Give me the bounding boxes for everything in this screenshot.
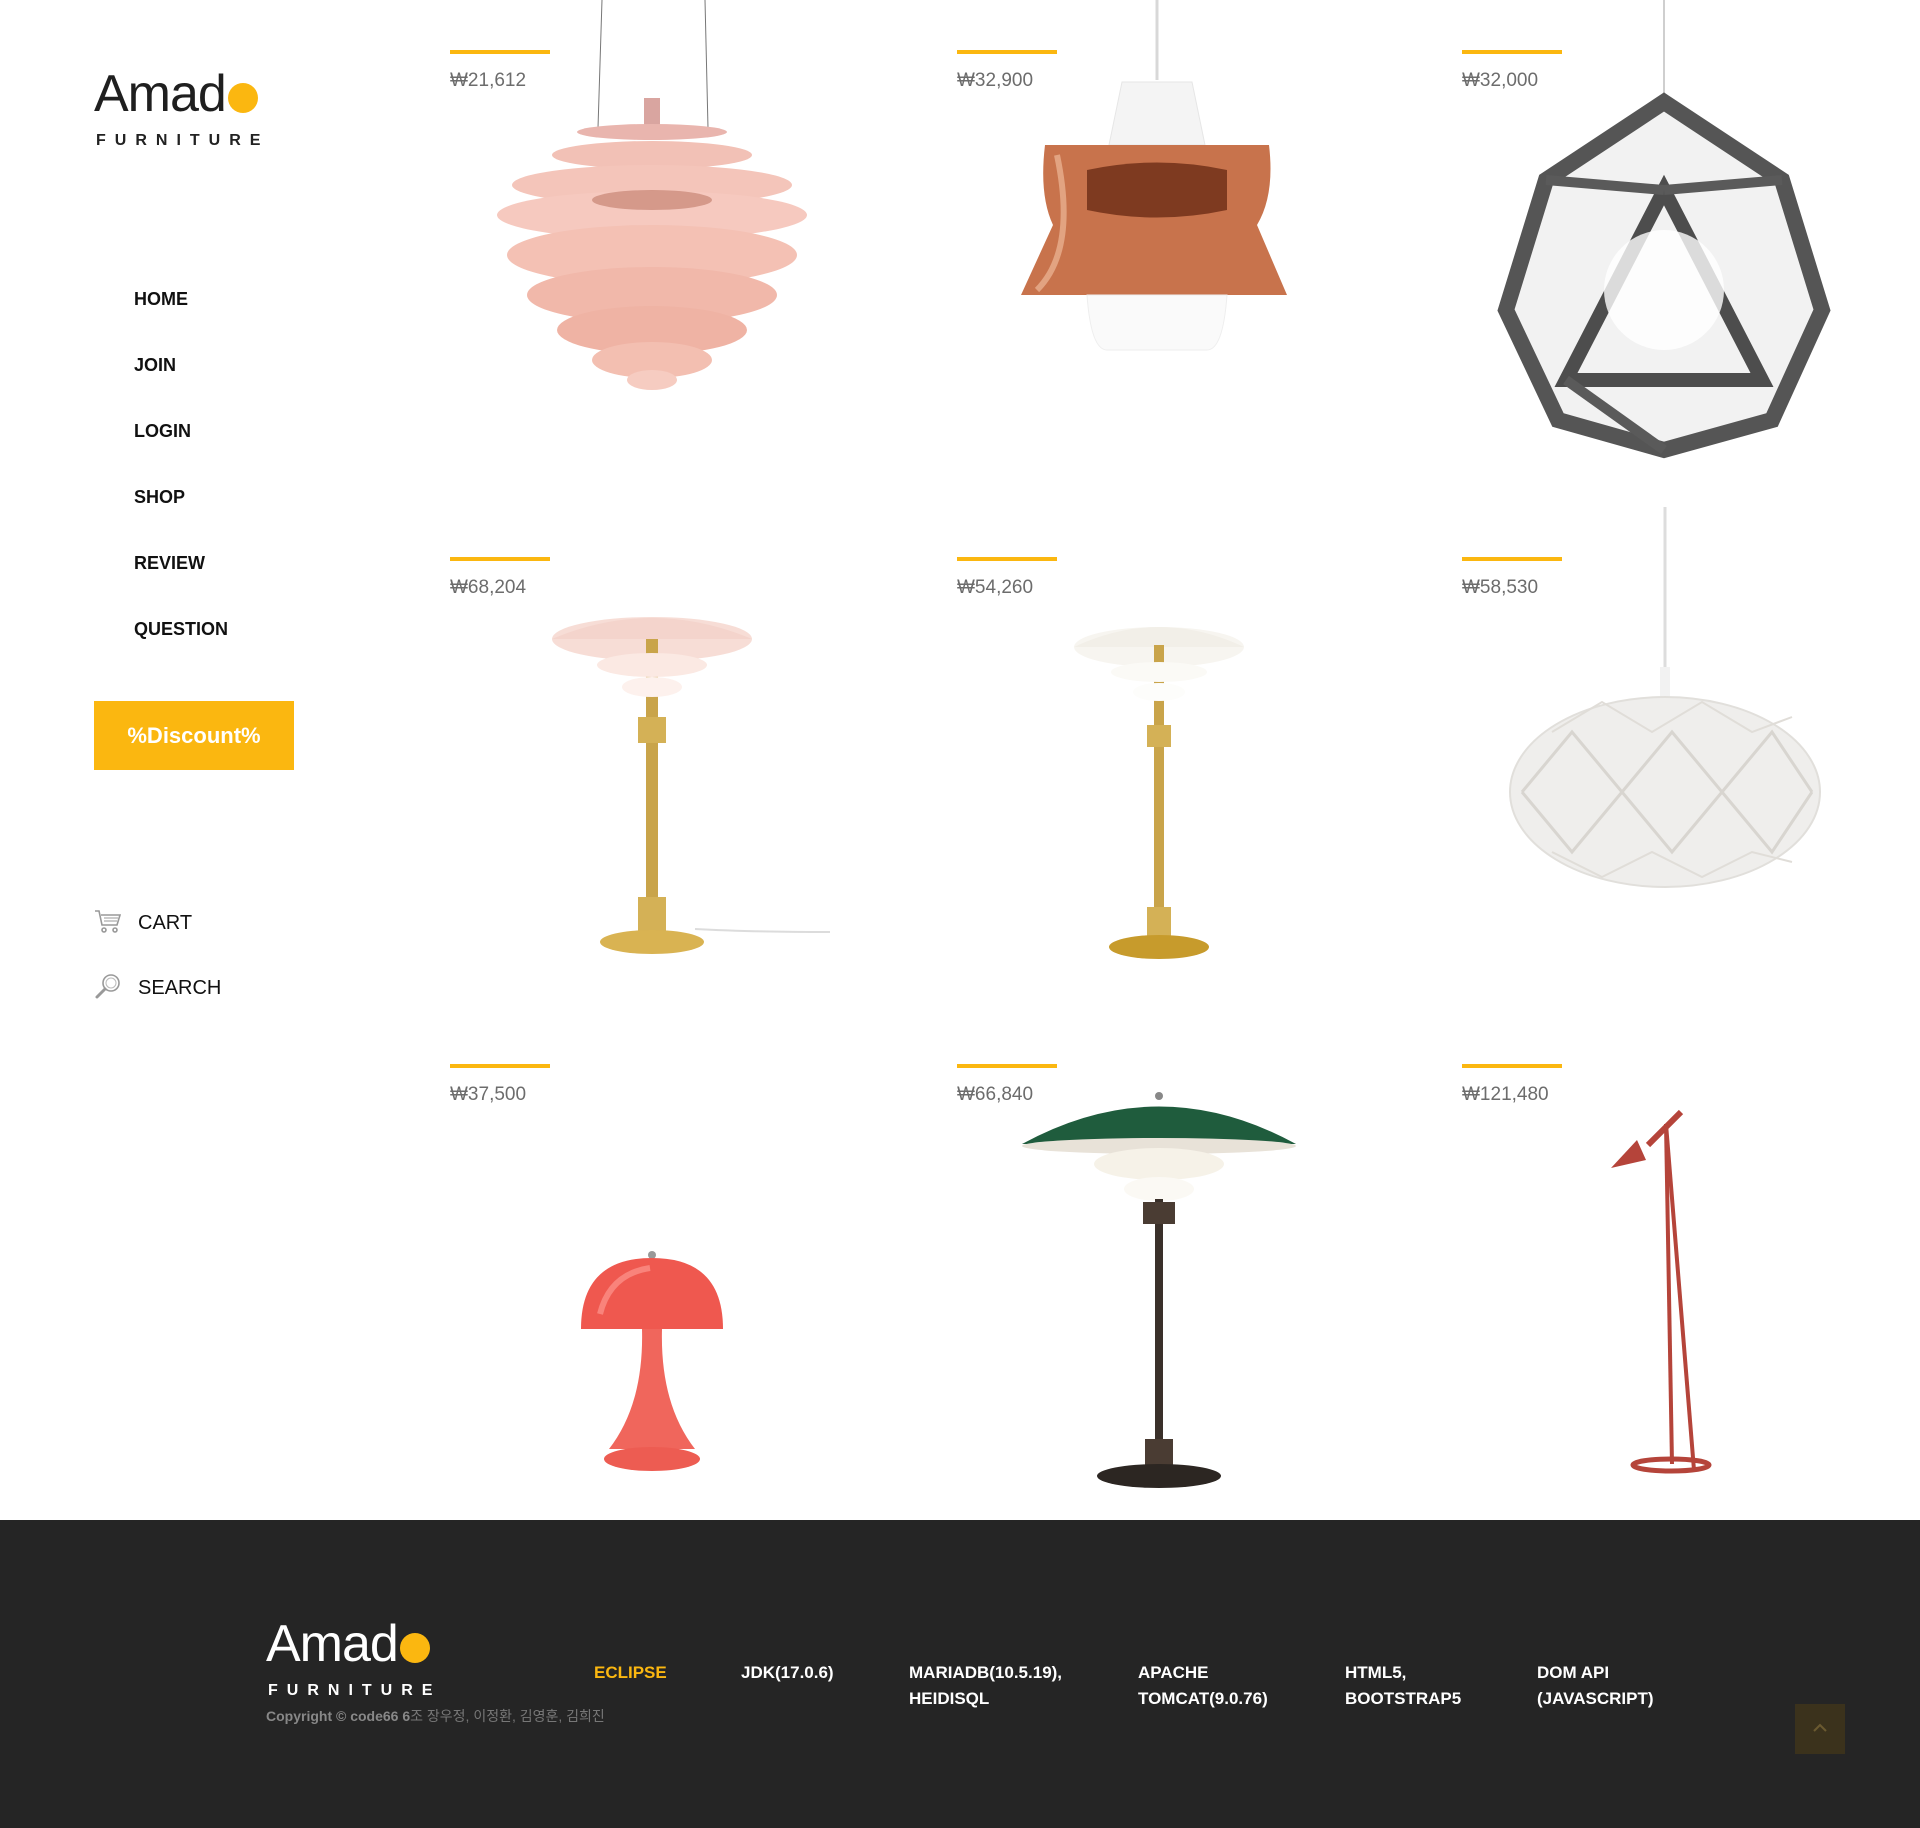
search-icon bbox=[94, 972, 122, 1005]
copyright-bold: Copyright © code66 6 bbox=[266, 1708, 411, 1724]
footer-brand-dot-icon bbox=[399, 1633, 430, 1663]
product-price: ₩21,612 bbox=[450, 70, 527, 91]
cart-link[interactable]: CART bbox=[94, 908, 192, 939]
footer-link-bootstrap[interactable]: HTML5, BOOTSTRAP5 bbox=[1345, 1660, 1461, 1712]
product-price: ₩58,530 bbox=[1462, 577, 1539, 598]
brand-tagline: FURNITURE bbox=[96, 132, 270, 149]
footer-logo[interactable]: Amad FURNITURE bbox=[266, 1618, 441, 1700]
footer-link-line: (JAVASCRIPT) bbox=[1537, 1689, 1654, 1708]
footer-link-line: HTML5, bbox=[1345, 1663, 1407, 1682]
nav-item-review[interactable]: REVIEW bbox=[134, 550, 228, 616]
chevron-up-icon bbox=[1812, 1720, 1828, 1738]
search-label: SEARCH bbox=[138, 977, 222, 999]
geometric-pendant-image bbox=[1497, 0, 1831, 459]
price-accent-bar bbox=[450, 1064, 550, 1068]
product-card[interactable]: ₩32,000 bbox=[1462, 0, 1882, 550]
sidebar: Amad FURNITURE HOME JOIN LOGIN SHOP REVI… bbox=[0, 0, 400, 1520]
price-accent-bar bbox=[1462, 1064, 1562, 1068]
white-table-lamp-image bbox=[1074, 627, 1244, 959]
footer-link-domapi[interactable]: DOM API (JAVASCRIPT) bbox=[1537, 1660, 1654, 1712]
product-price: ₩121,480 bbox=[1462, 1084, 1549, 1105]
nav-item-question[interactable]: QUESTION bbox=[134, 616, 228, 682]
main-nav: HOME JOIN LOGIN SHOP REVIEW QUESTION bbox=[134, 286, 228, 682]
brand-name: Amad bbox=[94, 65, 227, 123]
footer-link-line: APACHE bbox=[1138, 1663, 1209, 1682]
product-price: ₩68,204 bbox=[450, 577, 527, 598]
product-card[interactable]: ₩21,612 bbox=[450, 0, 870, 550]
product-price: ₩54,260 bbox=[957, 577, 1034, 598]
footer-brand-tagline: FURNITURE bbox=[268, 1682, 442, 1699]
footer-link-line: ECLIPSE bbox=[594, 1663, 667, 1682]
green-table-lamp-image bbox=[1022, 1092, 1296, 1488]
product-card[interactable]: ₩37,500 bbox=[450, 1064, 870, 1564]
price-accent-bar bbox=[957, 50, 1057, 54]
product-card[interactable]: ₩58,530 bbox=[1462, 507, 1882, 1057]
footer-link-jdk[interactable]: JDK(17.0.6) bbox=[741, 1660, 834, 1686]
product-price: ₩66,840 bbox=[957, 1084, 1034, 1105]
footer-link-line: TOMCAT(9.0.76) bbox=[1138, 1689, 1268, 1708]
oval-pendant-image bbox=[1509, 507, 1821, 888]
product-card[interactable]: ₩68,204 bbox=[450, 557, 870, 1057]
copyright: Copyright © code66 6조 장우정, 이정환, 김영훈, 김희진 bbox=[266, 1706, 605, 1726]
price-accent-bar bbox=[1462, 557, 1562, 561]
footer-link-tomcat[interactable]: APACHE TOMCAT(9.0.76) bbox=[1138, 1660, 1268, 1712]
footer-link-mariadb[interactable]: MARIADB(10.5.19), HEIDISQL bbox=[909, 1660, 1062, 1712]
footer-link-eclipse[interactable]: ECLIPSE bbox=[594, 1660, 667, 1686]
copyright-team: 조 장우정, 이정환, 김영훈, 김희진 bbox=[410, 1708, 605, 1724]
price-accent-bar bbox=[450, 50, 550, 54]
footer-link-line: HEIDISQL bbox=[909, 1689, 990, 1708]
footer-link-line: BOOTSTRAP5 bbox=[1345, 1689, 1462, 1708]
search-link[interactable]: SEARCH bbox=[94, 972, 221, 1005]
red-floor-lamp-image bbox=[1611, 1109, 1712, 1474]
brand-logo[interactable]: Amad FURNITURE bbox=[94, 68, 294, 158]
nav-item-shop[interactable]: SHOP bbox=[134, 484, 228, 550]
nav-item-home[interactable]: HOME bbox=[134, 286, 228, 352]
footer: Amad FURNITURE Copyright © code66 6조 장우정… bbox=[0, 1520, 1920, 1828]
footer-link-line: JDK(17.0.6) bbox=[741, 1663, 834, 1682]
product-card[interactable]: ₩66,840 bbox=[957, 1064, 1377, 1564]
copper-pendant-image bbox=[1021, 0, 1287, 351]
product-card[interactable]: ₩54,260 bbox=[957, 557, 1377, 1057]
nav-item-login[interactable]: LOGIN bbox=[134, 418, 228, 484]
scroll-to-top-button[interactable] bbox=[1795, 1704, 1845, 1754]
nav-item-join[interactable]: JOIN bbox=[134, 352, 228, 418]
coral-mushroom-lamp-image bbox=[581, 1251, 723, 1471]
discount-button[interactable]: %Discount% bbox=[94, 701, 294, 770]
price-accent-bar bbox=[957, 1064, 1057, 1068]
product-price: ₩32,900 bbox=[957, 70, 1034, 91]
price-accent-bar bbox=[957, 557, 1057, 561]
product-card[interactable]: ₩32,900 bbox=[957, 0, 1377, 550]
pink-artichoke-pendant-image bbox=[497, 0, 807, 390]
product-price: ₩37,500 bbox=[450, 1084, 527, 1105]
footer-link-line: DOM API bbox=[1537, 1663, 1610, 1682]
footer-brand-name: Amad bbox=[266, 1615, 399, 1673]
cart-label: CART bbox=[138, 912, 193, 934]
pink-table-lamp-image bbox=[552, 617, 831, 954]
brand-dot-icon bbox=[227, 83, 258, 113]
footer-link-line: MARIADB(10.5.19), bbox=[909, 1663, 1063, 1682]
cart-icon bbox=[94, 908, 122, 939]
product-card[interactable]: ₩121,480 bbox=[1462, 1064, 1882, 1564]
price-accent-bar bbox=[1462, 50, 1562, 54]
price-accent-bar bbox=[450, 557, 550, 561]
product-price: ₩32,000 bbox=[1462, 70, 1539, 91]
